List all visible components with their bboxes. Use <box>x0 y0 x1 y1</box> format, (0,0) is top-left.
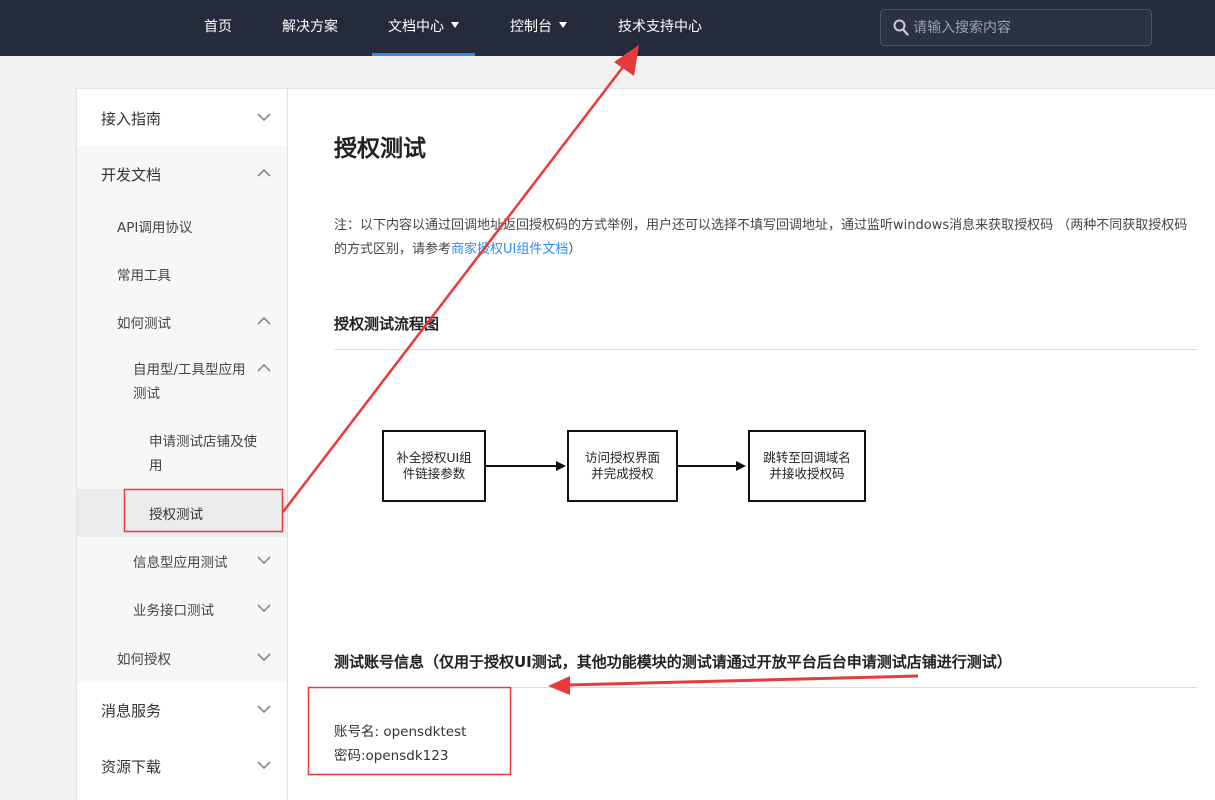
flow-line: 并接收授权码 <box>769 466 845 481</box>
page-title: 授权测试 <box>334 136 426 162</box>
sidebar-item-label: 开发文档 <box>101 166 162 184</box>
chevron-down-icon <box>257 556 271 565</box>
sidebar-item-label: 授权测试 <box>149 507 203 523</box>
sidebar-item-label: 如何测试 <box>117 316 171 332</box>
chevron-down-icon <box>257 705 271 714</box>
sidebar-item-apply-test-shop[interactable]: 申请测试店铺及使用 <box>77 418 287 489</box>
caret-down-icon <box>559 22 567 28</box>
flow-step-text: 访问授权界面 并完成授权 <box>585 450 660 482</box>
ui-component-doc-link[interactable]: 商家授权UI组件文档 <box>451 242 568 257</box>
search-icon <box>893 19 909 36</box>
sidebar-item-info-app-test[interactable]: 信息型应用测试 <box>77 537 287 585</box>
chevron-down-icon <box>257 604 271 613</box>
account-name: 账号名: opensdktest <box>334 724 467 740</box>
sidebar-item-resource-download[interactable]: 资源下载 <box>77 738 287 794</box>
flow-line: 并完成授权 <box>591 466 654 481</box>
sidebar-item-dev-docs[interactable]: 开发文档 <box>77 146 287 202</box>
sidebar-item-label: 消息服务 <box>101 702 162 720</box>
flow-line: 补全授权UI组 <box>396 450 472 465</box>
flow-line: 访问授权界面 <box>584 450 660 465</box>
flow-arrow-2 <box>678 461 746 471</box>
sidebar-item-auth-test[interactable]: 授权测试 <box>77 489 287 537</box>
flow-line: 件链接参数 <box>402 466 466 481</box>
sidebar-item-label: 接入指南 <box>101 110 162 128</box>
chevron-down-icon <box>257 653 271 662</box>
nav-solutions-label: 解决方案 <box>282 19 338 35</box>
nav-console-label: 控制台 <box>510 19 552 35</box>
caret-down-icon <box>451 22 459 28</box>
flow-step-1: 补全授权UI组 件链接参数 <box>382 430 486 502</box>
chevron-up-icon <box>257 363 271 372</box>
chevron-down-icon <box>257 761 271 770</box>
flow-line: 跳转至回调域名 <box>763 450 851 465</box>
flow-step-text: 补全授权UI组 件链接参数 <box>396 450 471 482</box>
divider <box>334 349 1197 350</box>
label-line: 用 <box>149 458 163 474</box>
label-line: 申请测试店铺及使 <box>149 434 257 450</box>
search-input[interactable] <box>913 10 1147 45</box>
chevron-up-icon <box>257 316 271 325</box>
sidebar-item-api-protocol[interactable]: API调用协议 <box>77 202 287 250</box>
sidebar-item-how-to-auth[interactable]: 如何授权 <box>77 633 287 682</box>
chevron-up-icon <box>257 168 271 177</box>
flow-step-text: 跳转至回调域名 并接收授权码 <box>763 450 851 482</box>
label-line: 测试 <box>133 386 160 402</box>
sidebar-item-label: API调用协议 <box>117 220 193 236</box>
note-paragraph: 注：以下内容以通过回调地址返回授权码的方式举例，用户还可以选择不填写回调地址，通… <box>334 214 1194 262</box>
sidebar-item-label: 业务接口测试 <box>133 603 214 619</box>
chevron-down-icon <box>257 113 271 122</box>
test-account-info: 账号名: opensdktest 密码:opensdk123 <box>334 720 466 768</box>
sidebar-item-common-tools[interactable]: 常用工具 <box>77 250 287 298</box>
sidebar-item-label: 自用型/工具型应用 测试 <box>133 358 246 406</box>
account-heading: 测试账号信息（仅用于授权UI测试，其他功能模块的测试请通过开放平台后台申请测试店… <box>334 653 1012 671</box>
nav-support-center[interactable]: 技术支持中心 <box>618 0 702 56</box>
doc-sidebar: 接入指南 开发文档 API调用协议 常用工具 如何测试 自用型/工具型应用 测试 … <box>76 88 288 800</box>
flow-heading: 授权测试流程图 <box>334 315 440 333</box>
sidebar-item-label: 资源下载 <box>101 758 162 776</box>
doc-content: 授权测试 注：以下内容以通过回调地址返回授权码的方式举例，用户还可以选择不填写回… <box>288 88 1215 800</box>
note-end: ） <box>568 242 582 257</box>
sidebar-item-label: 如何授权 <box>117 652 171 668</box>
flow-step-2: 访问授权界面 并完成授权 <box>567 430 678 502</box>
sidebar-item-label: 常用工具 <box>117 268 171 284</box>
flow-arrow-1 <box>486 461 566 471</box>
sidebar-item-biz-api-test[interactable]: 业务接口测试 <box>77 585 287 633</box>
nav-solutions[interactable]: 解决方案 <box>282 0 338 56</box>
sidebar-item-message-service[interactable]: 消息服务 <box>77 682 287 738</box>
label-line: 自用型/工具型应用 <box>133 362 246 378</box>
nav-support-label: 技术支持中心 <box>618 19 702 35</box>
nav-home-label: 首页 <box>204 19 232 35</box>
sidebar-item-label: 信息型应用测试 <box>133 555 228 571</box>
sidebar-item-self-use-test[interactable]: 自用型/工具型应用 测试 <box>77 346 287 418</box>
nav-docs-label: 文档中心 <box>388 19 444 35</box>
nav-docs-center[interactable]: 文档中心 <box>372 0 475 56</box>
divider <box>334 687 1197 688</box>
nav-console[interactable]: 控制台 <box>510 0 567 56</box>
account-password: 密码:opensdk123 <box>334 748 449 764</box>
sidebar-item-how-to-test[interactable]: 如何测试 <box>77 298 287 346</box>
flow-step-3: 跳转至回调域名 并接收授权码 <box>748 430 866 502</box>
search-box[interactable] <box>880 9 1152 46</box>
sidebar-item-access-guide[interactable]: 接入指南 <box>77 89 287 146</box>
sidebar-item-label: 申请测试店铺及使用 <box>149 430 257 478</box>
nav-home[interactable]: 首页 <box>204 0 232 56</box>
top-nav-bar: 首页 解决方案 文档中心 控制台 技术支持中心 <box>0 0 1215 56</box>
